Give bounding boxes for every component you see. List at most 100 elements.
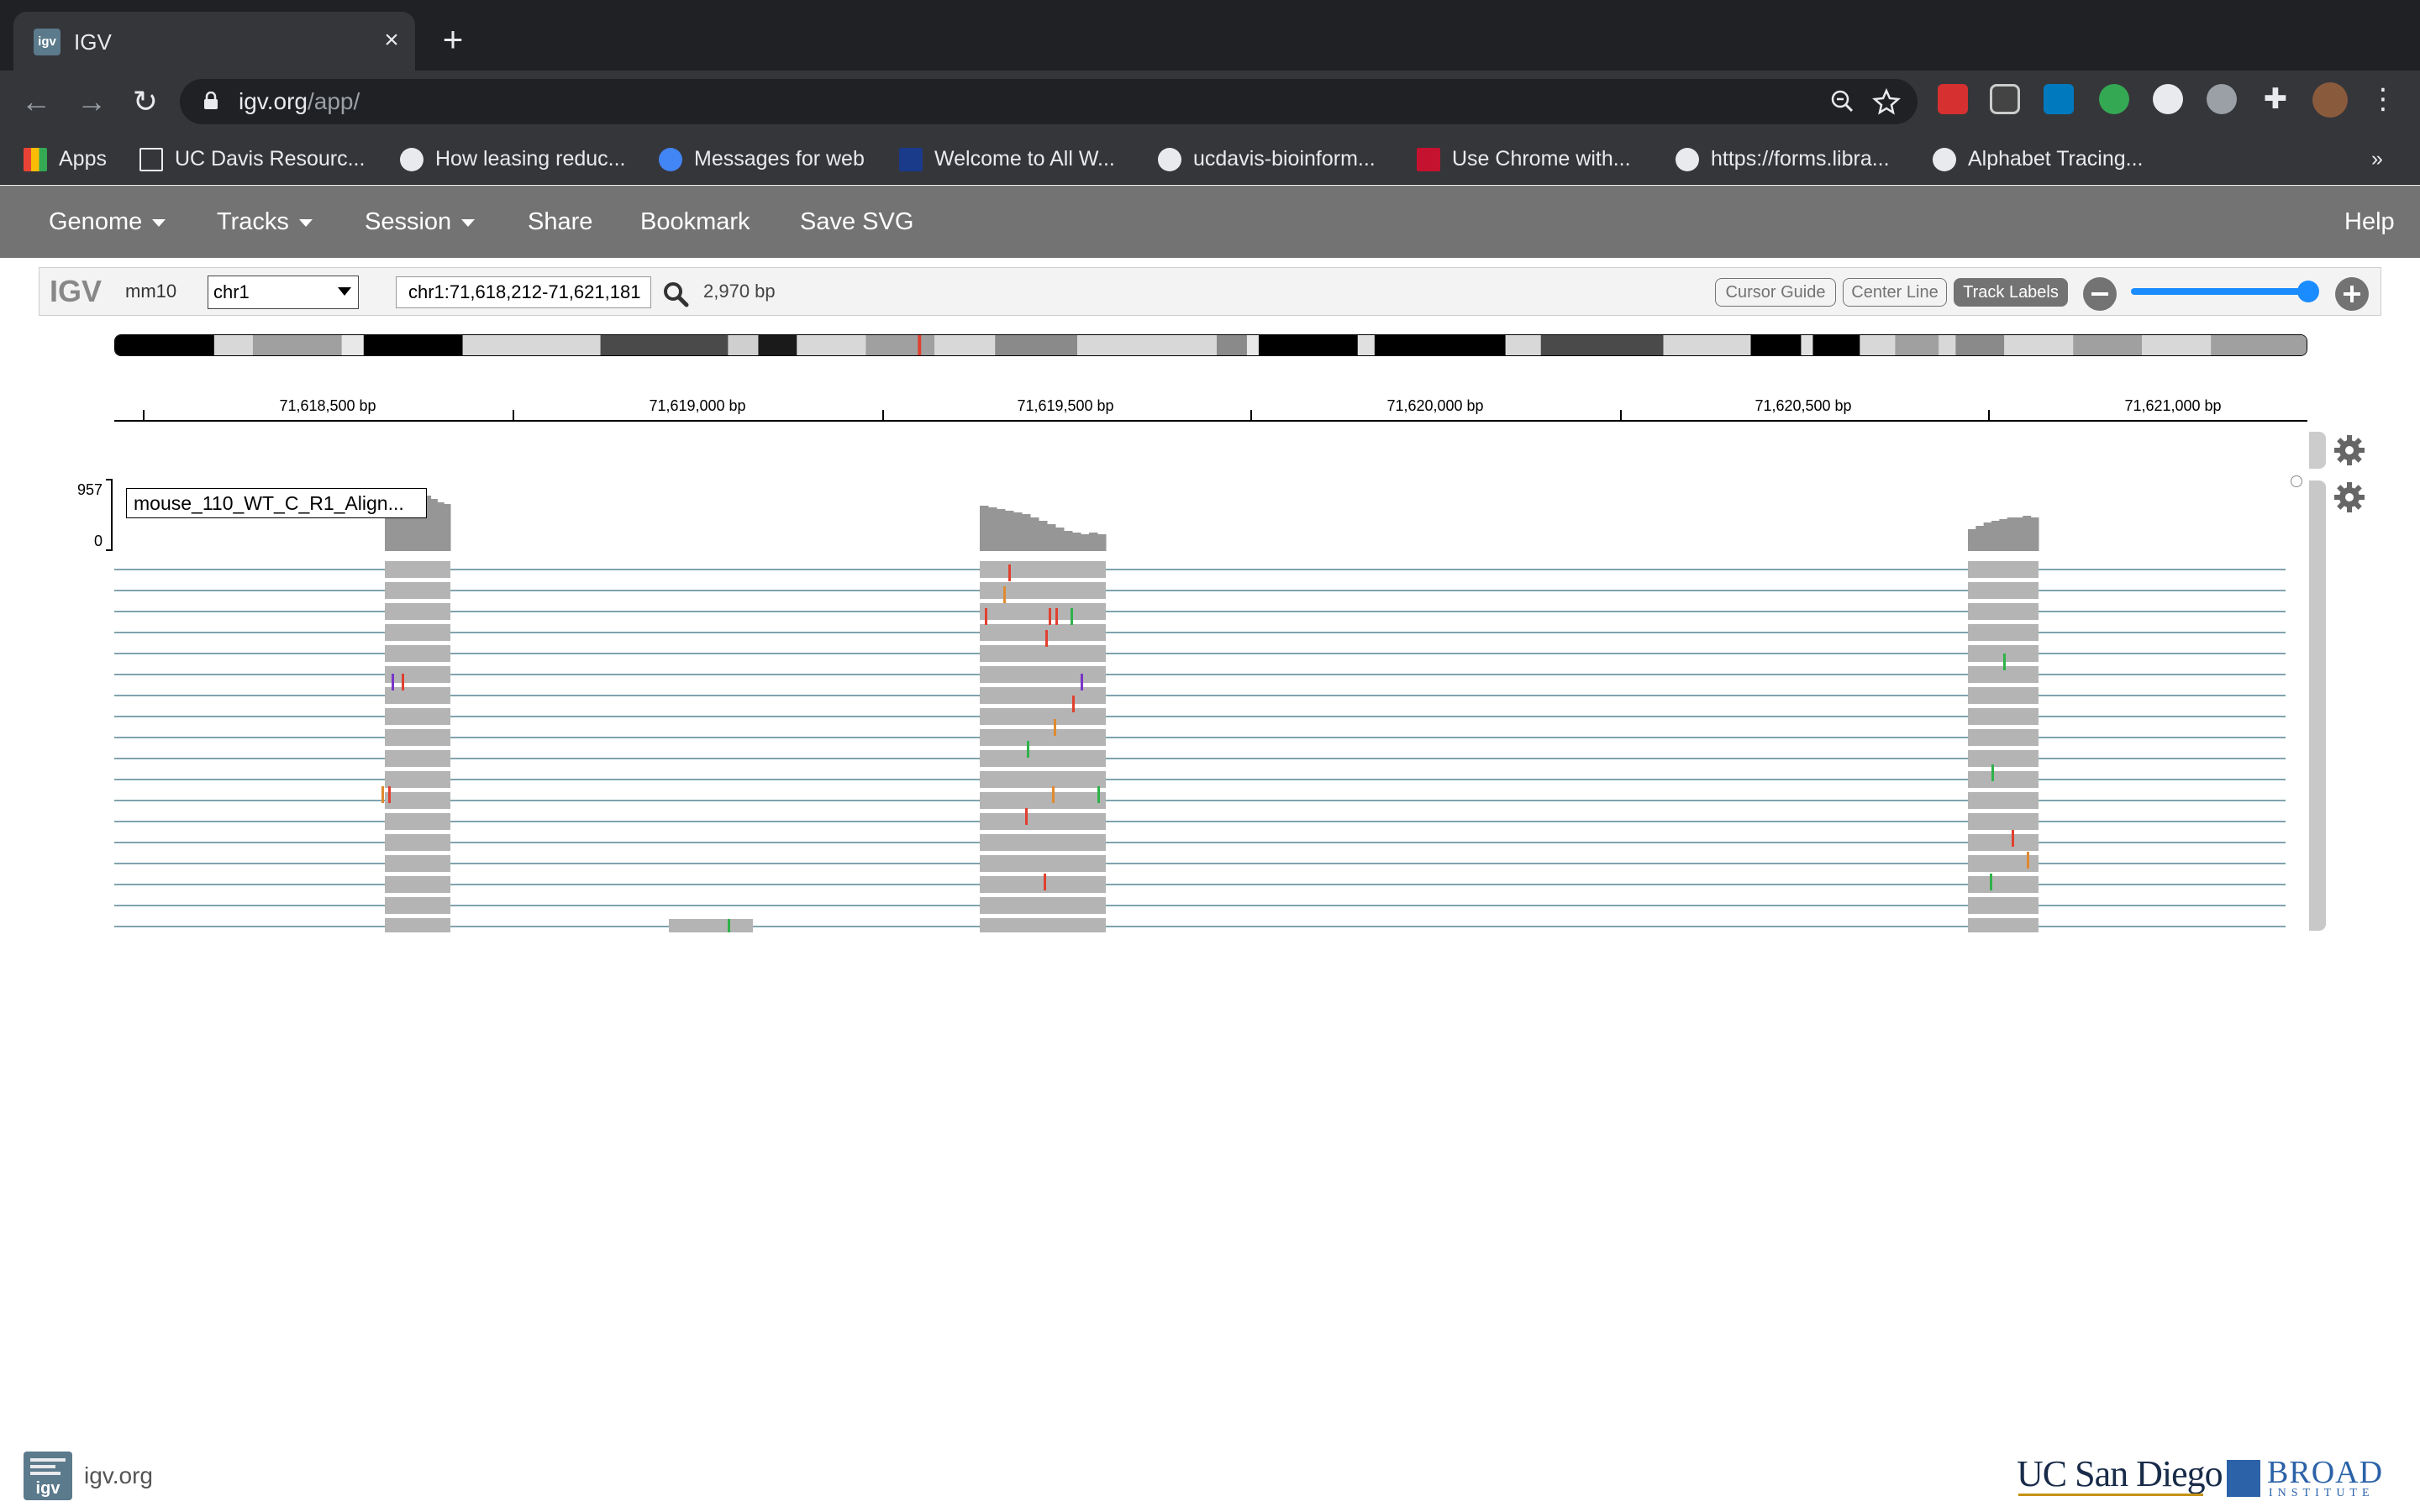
- coverage-bar: [1030, 517, 1039, 551]
- tracks-menu[interactable]: Tracks: [217, 206, 313, 238]
- bookmark-uc-davis[interactable]: UC Davis Resourc...: [139, 144, 365, 173]
- extension-circle-icon[interactable]: [2207, 84, 2237, 114]
- read-block: [1968, 603, 2039, 620]
- zoom-slider-thumb[interactable]: [2297, 281, 2319, 302]
- mismatch-mark: [1991, 764, 1994, 781]
- bookmark-button[interactable]: Bookmark: [640, 206, 750, 238]
- puzzle-extensions-icon[interactable]: ✚: [2260, 84, 2291, 114]
- genome-menu[interactable]: Genome: [49, 206, 166, 238]
- new-tab-button[interactable]: +: [434, 20, 472, 59]
- caret-down-icon: [152, 218, 166, 227]
- chrome-menu-icon[interactable]: ⋮: [2368, 84, 2398, 114]
- track-scrollbar[interactable]: [2309, 480, 2326, 931]
- mismatch-mark: [1055, 608, 1058, 625]
- search-icon[interactable]: [661, 280, 690, 308]
- read-block: [980, 792, 1106, 809]
- star-bookmark-icon[interactable]: [1870, 86, 1902, 118]
- bookmark-alphabet-tracing[interactable]: Alphabet Tracing...: [1933, 144, 2143, 173]
- read-block: [980, 582, 1106, 599]
- mismatch-mark: [1097, 786, 1100, 803]
- gear-icon[interactable]: [2331, 432, 2368, 469]
- locus-search-input[interactable]: chr1:71,618,212-71,621,181: [396, 276, 651, 308]
- pocket-extension-icon[interactable]: [1990, 84, 2020, 114]
- mendeley-extension-icon[interactable]: [1938, 84, 1968, 114]
- profile-avatar[interactable]: [2312, 82, 2348, 118]
- bookmark-messages[interactable]: Messages for web: [659, 144, 865, 173]
- read-block: [980, 813, 1106, 830]
- hangouts-extension-icon[interactable]: [2099, 84, 2129, 114]
- bookmark-apps[interactable]: Apps: [24, 144, 107, 173]
- chromosome-select[interactable]: chr1: [208, 276, 359, 309]
- footer-site-link[interactable]: igv.org: [84, 1462, 153, 1490]
- zoom-slider[interactable]: [2131, 288, 2317, 295]
- lock-icon: [204, 92, 218, 109]
- read-block: [980, 645, 1106, 662]
- alignment-track[interactable]: [114, 470, 2286, 932]
- read-block: [385, 834, 450, 851]
- mismatch-mark: [1072, 696, 1075, 712]
- ruler-tick-label: 71,619,000 bp: [649, 397, 746, 414]
- address-bar[interactable]: igv.org/app/: [180, 79, 1918, 124]
- bookmark-ucdavis-bioinformatics[interactable]: ucdavis-bioinform...: [1158, 144, 1376, 173]
- mismatch-mark: [1025, 808, 1028, 825]
- globe-icon: [400, 148, 424, 172]
- track-name-label[interactable]: mouse_110_WT_C_R1_Align...: [126, 488, 427, 518]
- coverage-bar: [1991, 521, 2000, 551]
- chromosome-ideogram[interactable]: [114, 334, 2307, 356]
- cursor-guide-button[interactable]: Cursor Guide: [1715, 278, 1836, 307]
- bookmark-forms-library[interactable]: https://forms.libra...: [1676, 144, 1890, 173]
- genome-menu-label: Genome: [49, 208, 143, 235]
- read-block: [1968, 897, 2039, 914]
- coverage-bar: [1097, 534, 1107, 551]
- ucsd-logo-underline: [2018, 1494, 2203, 1496]
- bookmark-label: Use Chrome with...: [1452, 147, 1631, 171]
- save-svg-button[interactable]: Save SVG: [800, 206, 913, 238]
- url-path: /app/: [307, 88, 360, 114]
- mismatch-mark: [1052, 786, 1055, 803]
- trello-extension-icon[interactable]: [2044, 84, 2074, 114]
- broad-logo-text: BROAD: [2267, 1455, 2384, 1490]
- coverage-min-label: 0: [94, 533, 103, 549]
- onepassword-extension-icon[interactable]: [2153, 84, 2183, 114]
- coverage-bar: [1005, 511, 1014, 551]
- close-tab-icon[interactable]: ×: [375, 24, 408, 57]
- coverage-bar: [997, 509, 1006, 551]
- forward-button[interactable]: →: [71, 81, 113, 123]
- gear-icon[interactable]: [2331, 479, 2368, 516]
- track-labels-button[interactable]: Track Labels: [1954, 278, 2068, 307]
- mismatch-mark: [2003, 654, 2006, 670]
- bookmark-leasing[interactable]: How leasing reduc...: [400, 144, 626, 173]
- read-block: [980, 897, 1106, 914]
- reload-button[interactable]: ↻: [124, 81, 166, 123]
- back-button[interactable]: ←: [15, 81, 57, 123]
- session-menu[interactable]: Session: [365, 206, 476, 238]
- igv-logo: IGV: [50, 274, 103, 308]
- zoom-in-icon[interactable]: [2335, 277, 2369, 311]
- read-block: [1968, 582, 2039, 599]
- read-block: [385, 561, 450, 578]
- read-block: [1968, 561, 2039, 578]
- mismatch-mark: [1081, 674, 1083, 690]
- zoom-out-icon[interactable]: [1827, 86, 1859, 118]
- coverage-bar: [1983, 522, 1992, 551]
- mismatch-mark: [1049, 608, 1051, 625]
- read-block: [385, 666, 450, 683]
- ruler-tick-label: 71,620,000 bp: [1386, 397, 1484, 414]
- bookmark-welcome[interactable]: Welcome to All W...: [899, 144, 1115, 173]
- track-drag-handle[interactable]: [2309, 432, 2326, 469]
- ruler-tick: [882, 410, 884, 422]
- bookmark-use-chrome[interactable]: Use Chrome with...: [1417, 144, 1631, 173]
- shield-icon: [1417, 148, 1440, 172]
- bookmarks-overflow-icon[interactable]: »: [2371, 144, 2383, 173]
- zoom-out-icon[interactable]: [2083, 277, 2117, 311]
- ruler-tick: [143, 410, 145, 422]
- igv-control-bar: IGV mm10 chr1 chr1:71,618,212-71,621,181…: [39, 267, 2381, 316]
- read-block: [1968, 813, 2039, 830]
- globe-icon: [1676, 148, 1699, 172]
- center-line-button[interactable]: Center Line: [1843, 278, 1947, 307]
- coverage-bar: [444, 504, 451, 551]
- bookmark-label: Apps: [59, 147, 107, 171]
- help-button[interactable]: Help: [2344, 206, 2395, 238]
- browser-tab[interactable]: igv IGV ×: [13, 12, 415, 71]
- share-button[interactable]: Share: [528, 206, 592, 238]
